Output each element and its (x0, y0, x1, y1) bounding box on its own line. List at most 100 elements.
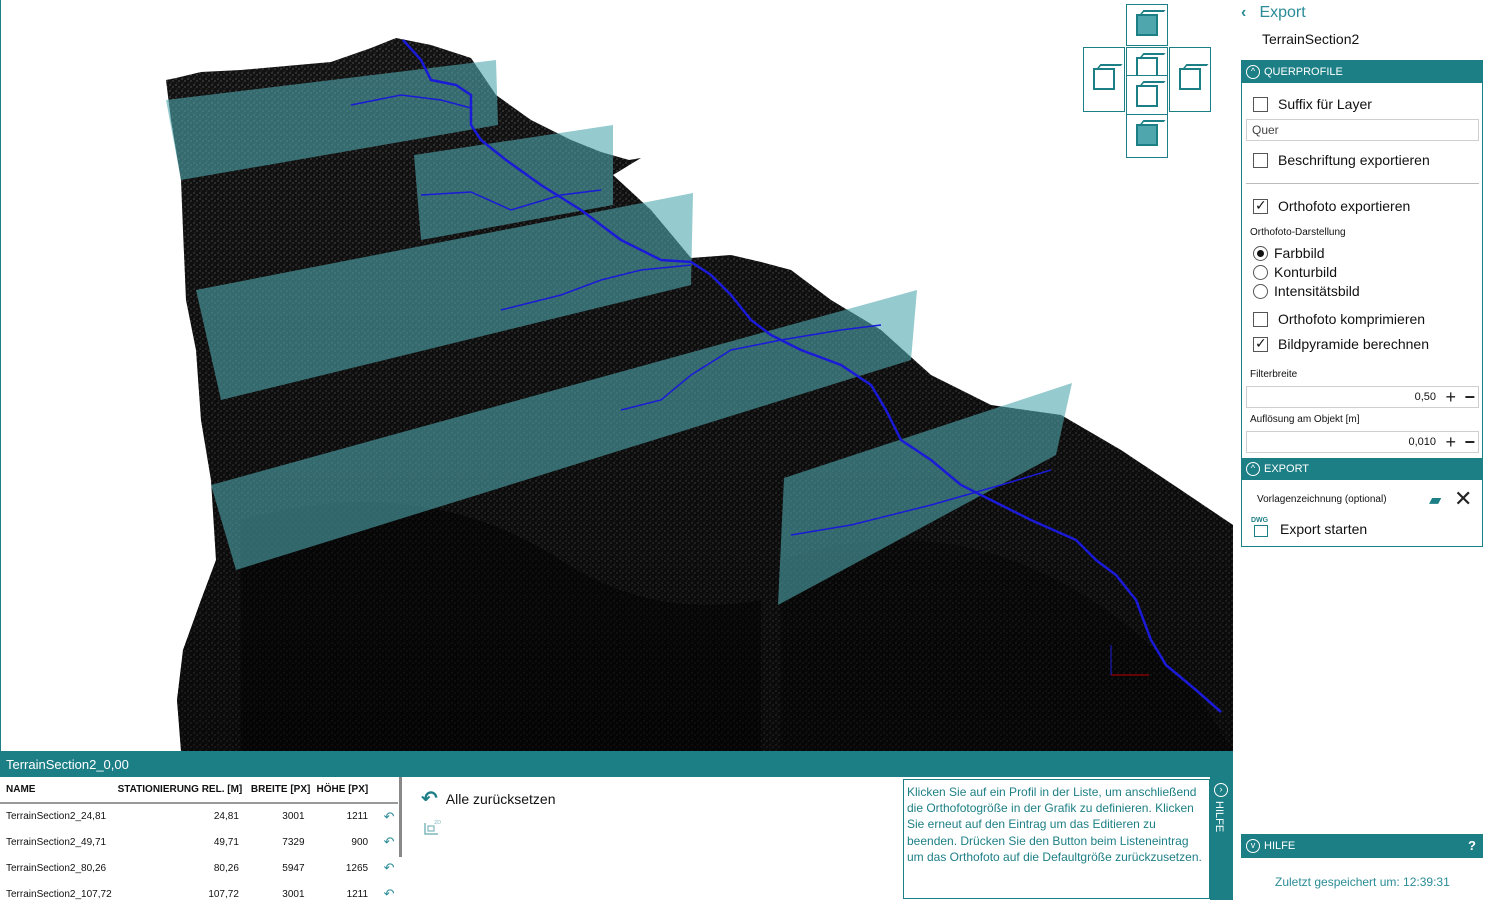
bottom-panel: TerrainSection2_0,00 NAME STATIONIERUNG … (0, 751, 1233, 900)
cell-breite: 5947 (282, 862, 305, 874)
back-to-export-link[interactable]: ‹ Export (1241, 4, 1306, 22)
komprimieren-checkbox-row[interactable]: Orthofoto komprimieren (1253, 310, 1425, 328)
table-row[interactable]: TerrainSection2_49,71 49,71 7329 900 ↶ (0, 829, 398, 855)
aufloesung-minus-icon[interactable]: − (1464, 432, 1475, 452)
komprimieren-checkbox[interactable] (1253, 311, 1268, 327)
undo-icon[interactable]: ↶ (374, 855, 398, 881)
radio-farbbild-label: Farbbild (1274, 245, 1325, 261)
divider (1246, 183, 1479, 184)
cell-name: TerrainSection2_49,71 (6, 836, 107, 848)
cell-stationierung: 80,26 (213, 862, 239, 874)
beschriftung-checkbox-row[interactable]: Beschriftung exportieren (1253, 151, 1430, 169)
suffix-checkbox-row[interactable]: Suffix für Layer (1253, 95, 1372, 113)
cube-bottom-icon (1136, 124, 1158, 146)
darstellung-label: Orthofoto-Darstellung (1250, 227, 1346, 238)
export-header[interactable]: ^ EXPORT (1242, 458, 1482, 480)
collapse-export-icon: ^ (1246, 462, 1260, 476)
beschriftung-checkbox[interactable] (1253, 152, 1268, 168)
cell-stationierung: 107,72 (208, 888, 239, 900)
col-hoehe[interactable]: HÖHE [PX] (310, 777, 375, 804)
view-bottom-button[interactable] (1126, 114, 1168, 158)
table-row[interactable]: TerrainSection2_80,26 80,26 5947 1265 ↶ (0, 855, 398, 881)
export-start-button[interactable]: DWG Export starten (1251, 516, 1451, 542)
cell-breite: 3001 (282, 888, 305, 900)
view-left-button[interactable] (1083, 47, 1125, 112)
radio-konturbild-button[interactable] (1253, 264, 1268, 280)
undo-icon[interactable]: ↶ (374, 881, 398, 900)
radio-farbbild-button[interactable] (1253, 245, 1268, 261)
col-breite[interactable]: BREITE [PX] (244, 777, 311, 804)
chevron-left-icon: ‹ (1241, 4, 1247, 21)
radio-farbbild[interactable]: Farbbild (1253, 244, 1325, 262)
expand-hilfe-icon: v (1246, 839, 1260, 853)
cell-hoehe: 1265 (345, 862, 369, 874)
question-icon[interactable]: ? (1468, 835, 1476, 857)
aufloesung-value: 0,010 (1408, 436, 1436, 448)
radio-intensitaetsbild-button[interactable] (1253, 283, 1268, 299)
cell-breite: 7329 (282, 836, 305, 848)
close-icon[interactable]: ✕ (1454, 486, 1472, 512)
querprofile-panel: ^ QUERPROFILE Suffix für Layer Quer Besc… (1241, 60, 1483, 547)
cell-name: TerrainSection2_107,72 (6, 888, 112, 900)
vorlage-row: Vorlagenzeichnung (optional) ▰ ✕ (1257, 486, 1477, 511)
filterbreite-minus-icon[interactable]: − (1464, 387, 1475, 407)
hilfe-header[interactable]: v HILFE ? (1242, 835, 1482, 857)
table-scrollbar[interactable] (399, 777, 402, 857)
view-top-button[interactable] (1126, 4, 1168, 46)
radio-konturbild[interactable]: Konturbild (1253, 263, 1337, 281)
komprimieren-label: Orthofoto komprimieren (1278, 311, 1426, 327)
pyramide-label: Bildpyramide berechnen (1278, 336, 1429, 352)
suffix-label: Suffix für Layer (1278, 96, 1372, 112)
collapse-help-icon: › (1214, 783, 1228, 797)
back-label: Export (1259, 4, 1306, 21)
aufloesung-label: Auflösung am Objekt [m] (1250, 414, 1360, 425)
app-window: ‹ Export TerrainSection2 ^ QUERPROFILE S… (0, 0, 1490, 900)
table-header-row: NAME STATIONIERUNG REL. [M] BREITE [PX] … (0, 777, 398, 804)
hilfe-panel: v HILFE ? (1241, 834, 1483, 858)
filterbreite-plus-icon[interactable]: + (1445, 387, 1456, 407)
suffix-input[interactable]: Quer (1246, 119, 1479, 141)
export-title: EXPORT (1264, 463, 1310, 475)
reset-all-button[interactable]: ↶ Alle zurücksetzen (421, 786, 555, 811)
radio-intensitaetsbild[interactable]: Intensitätsbild (1253, 282, 1360, 300)
view-right-button[interactable] (1169, 47, 1211, 112)
help-side-tab[interactable]: › HILFE (1210, 777, 1233, 900)
col-name[interactable]: NAME (0, 777, 112, 804)
filterbreite-value: 0,50 (1414, 391, 1436, 403)
table-row[interactable]: TerrainSection2_24,81 24,81 3001 1211 ↶ (0, 803, 398, 829)
suffix-checkbox[interactable] (1253, 96, 1268, 112)
export-start-label: Export starten (1280, 521, 1368, 537)
cell-hoehe: 1211 (346, 888, 369, 900)
filterbreite-input[interactable]: 0,50 + − (1246, 386, 1479, 408)
filterbreite-label: Filterbreite (1250, 369, 1298, 380)
querprofile-header[interactable]: ^ QUERPROFILE (1242, 61, 1482, 83)
orthofoto-checkbox-row[interactable]: Orthofoto exportieren (1253, 197, 1410, 215)
point-cloud-scene[interactable] (1, 0, 1233, 751)
pyramide-checkbox-row[interactable]: Bildpyramide berechnen (1253, 335, 1429, 353)
view-back-button[interactable] (1126, 75, 1168, 117)
reset-all-label: Alle zurücksetzen (445, 790, 556, 807)
orthofoto-checkbox[interactable] (1253, 197, 1268, 214)
profile-2d-icon[interactable]: 2D (422, 817, 442, 837)
undo-icon[interactable]: ↶ (374, 829, 398, 855)
bottom-panel-title: TerrainSection2_0,00 (0, 751, 1233, 777)
querprofile-title: QUERPROFILE (1264, 66, 1343, 78)
table-row[interactable]: TerrainSection2_107,72 107,72 3001 1211 … (0, 881, 398, 900)
folder-open-icon[interactable]: ▰ (1429, 490, 1441, 510)
aufloesung-input[interactable]: 0,010 + − (1246, 431, 1479, 453)
svg-text:2D: 2D (434, 820, 441, 826)
aufloesung-plus-icon[interactable]: + (1445, 432, 1456, 452)
col-stationierung[interactable]: STATIONIERUNG REL. [M] (111, 777, 245, 804)
undo-icon[interactable]: ↶ (374, 803, 398, 829)
cell-name: TerrainSection2_24,81 (6, 811, 107, 822)
cell-breite: 3001 (282, 811, 305, 822)
cube-top-icon (1136, 14, 1158, 36)
vorlage-label: Vorlagenzeichnung (optional) (1257, 494, 1387, 505)
pyramide-checkbox[interactable] (1253, 335, 1268, 352)
beschriftung-label: Beschriftung exportieren (1278, 152, 1430, 168)
undo-all-icon: ↶ (421, 788, 438, 810)
profile-table: NAME STATIONIERUNG REL. [M] BREITE [PX] … (0, 777, 402, 900)
hilfe-title: HILFE (1264, 840, 1296, 852)
view-cube[interactable] (1083, 4, 1213, 158)
3d-viewport[interactable] (0, 0, 1233, 751)
